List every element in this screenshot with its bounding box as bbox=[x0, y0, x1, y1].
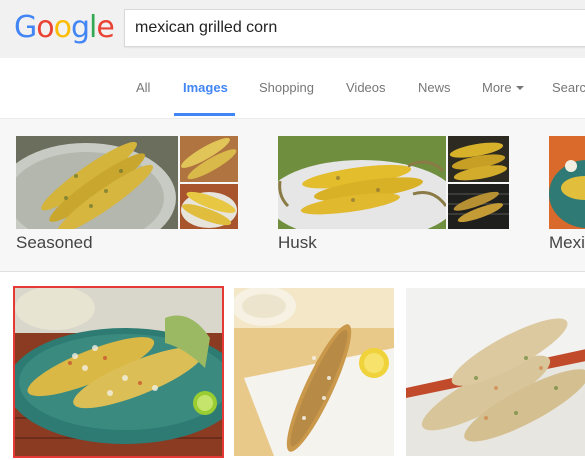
related-image-husk-main bbox=[278, 136, 446, 229]
related-image-seasoned-main bbox=[16, 136, 178, 229]
result-image-1[interactable] bbox=[15, 288, 222, 456]
caret-down-icon bbox=[515, 86, 524, 90]
logo-letter: o bbox=[53, 10, 72, 45]
tab-videos[interactable]: Videos bbox=[346, 80, 386, 95]
tab-news[interactable]: News bbox=[418, 80, 451, 95]
google-logo[interactable]: Google bbox=[14, 8, 115, 48]
related-card-mexican[interactable] bbox=[549, 136, 585, 229]
related-image-seasoned-2 bbox=[180, 136, 238, 182]
logo-letter: l bbox=[89, 10, 97, 45]
header: Google bbox=[0, 0, 585, 58]
tab-all[interactable]: All bbox=[136, 80, 150, 95]
tab-shopping[interactable]: Shopping bbox=[259, 80, 314, 95]
logo-letter: o bbox=[36, 10, 54, 45]
search-box[interactable] bbox=[124, 9, 585, 47]
active-tab-indicator bbox=[174, 113, 235, 116]
logo-letter: e bbox=[96, 10, 114, 45]
search-tabs: All Images Shopping Videos News More Sea… bbox=[0, 58, 585, 119]
related-label-mexican[interactable]: Mexi bbox=[549, 233, 585, 253]
related-image-husk-2 bbox=[448, 136, 509, 182]
result-image-3[interactable] bbox=[406, 288, 585, 456]
related-label-husk[interactable]: Husk bbox=[278, 233, 317, 253]
tab-search-tools[interactable]: Searc bbox=[552, 80, 585, 95]
tab-more-label: More bbox=[482, 80, 512, 95]
related-card-seasoned[interactable] bbox=[16, 136, 238, 229]
related-card-husk[interactable] bbox=[278, 136, 509, 229]
logo-letter: g bbox=[70, 10, 90, 45]
related-searches: Seasoned Husk Mexi bbox=[0, 119, 585, 272]
tab-more[interactable]: More bbox=[482, 80, 524, 95]
related-image-mexican-main bbox=[549, 136, 585, 229]
related-image-seasoned-3 bbox=[180, 184, 238, 229]
related-label-seasoned[interactable]: Seasoned bbox=[16, 233, 93, 253]
logo-letter: G bbox=[14, 10, 37, 45]
tab-images[interactable]: Images bbox=[183, 80, 228, 95]
result-image-2[interactable] bbox=[234, 288, 394, 456]
related-image-husk-3 bbox=[448, 184, 509, 229]
search-input[interactable] bbox=[135, 10, 575, 46]
